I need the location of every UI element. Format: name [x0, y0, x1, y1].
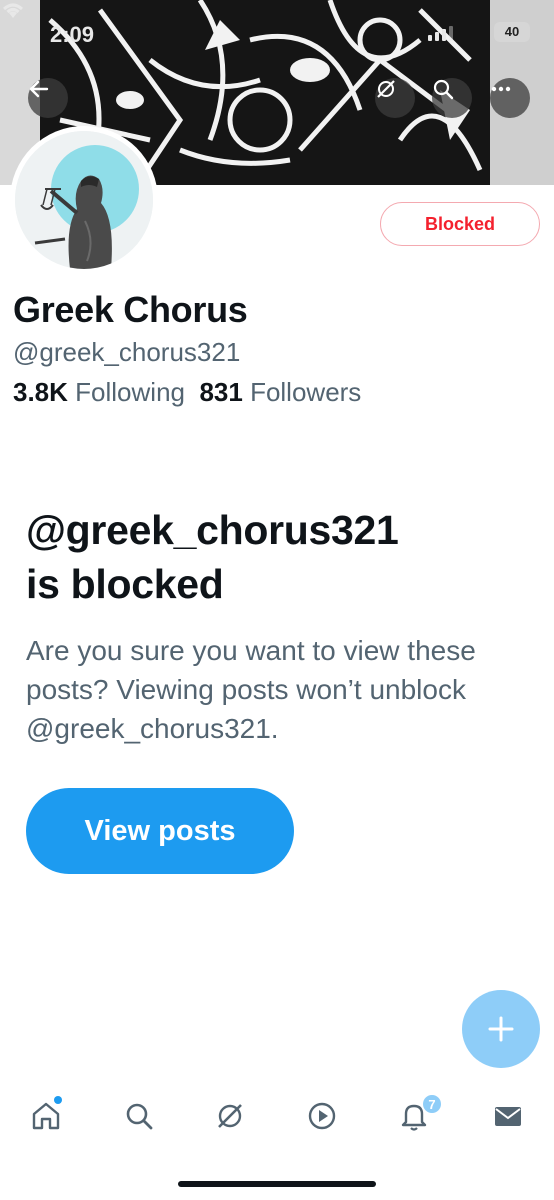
wifi-icon [3, 3, 23, 18]
followers-label: Followers [250, 377, 362, 407]
blocked-description: Are you sure you want to view these post… [26, 635, 476, 744]
cellular-signal-icon [428, 26, 453, 41]
grok-icon [377, 80, 395, 98]
following-link[interactable]: 3.8K Following [13, 377, 185, 407]
more-icon [491, 86, 511, 92]
search-button[interactable] [432, 78, 472, 118]
blocked-title: @greek_chorus321 is blocked [26, 503, 526, 611]
blocked-title-handle: @greek_chorus321 [26, 507, 399, 553]
tab-grok[interactable] [208, 1094, 252, 1138]
bottom-tab-bar [0, 1080, 554, 1160]
grok-button[interactable] [375, 78, 415, 118]
blocked-title-status: is blocked [26, 561, 224, 607]
home-icon [32, 1102, 60, 1130]
tab-messages[interactable] [486, 1094, 530, 1138]
following-count: 3.8K [13, 377, 68, 407]
search-icon [433, 79, 454, 100]
plus-icon [488, 1016, 514, 1042]
tab-search[interactable] [117, 1094, 161, 1138]
back-button[interactable] [28, 78, 68, 118]
notifications-badge: 7 [421, 1093, 443, 1115]
followers-link[interactable]: 831 Followers [199, 377, 361, 407]
more-button[interactable] [490, 78, 530, 118]
back-arrow-icon [29, 80, 49, 98]
tab-video[interactable] [300, 1094, 344, 1138]
video-icon [308, 1102, 336, 1130]
search-icon [126, 1103, 153, 1130]
profile-avatar[interactable] [10, 126, 158, 274]
battery-icon: 40 [494, 22, 530, 42]
followers-count: 831 [199, 377, 243, 407]
avatar-image [15, 131, 153, 269]
messages-icon [495, 1107, 521, 1126]
compose-button[interactable] [462, 990, 540, 1068]
view-posts-button[interactable]: View posts [26, 788, 294, 874]
home-unread-dot [54, 1096, 62, 1104]
status-bar: 2:09 40 [0, 0, 554, 70]
profile-handle: @greek_chorus321 [13, 337, 241, 367]
grok-icon [218, 1104, 242, 1128]
home-indicator [178, 1181, 376, 1187]
following-label: Following [75, 377, 185, 407]
status-time: 2:09 [50, 22, 95, 47]
profile-stats: 3.8K Following 831 Followers [13, 377, 361, 408]
display-name: Greek Chorus [13, 289, 248, 330]
blocked-button[interactable]: Blocked [380, 202, 540, 246]
